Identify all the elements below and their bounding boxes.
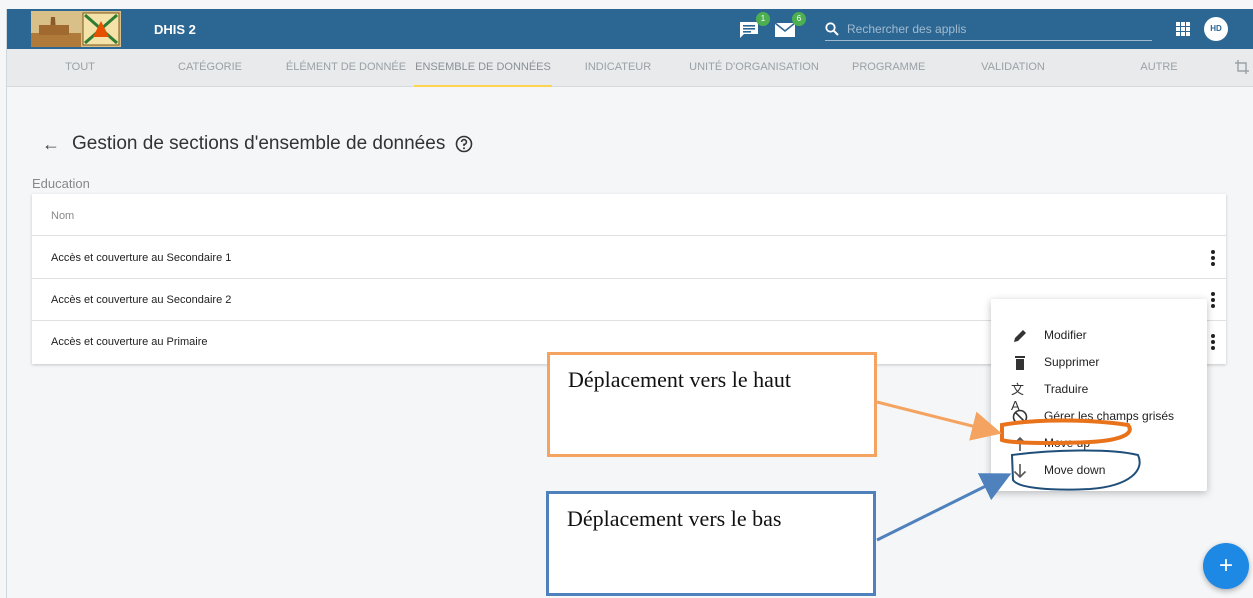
more-vert-icon[interactable]	[1209, 333, 1217, 351]
menu-item-label: Move up	[1044, 436, 1091, 450]
menu-item-label: Modifier	[1044, 328, 1087, 342]
menu-item-gerer-champs-grises[interactable]: Gérer les champs grisés	[991, 404, 1207, 430]
more-vert-icon[interactable]	[1209, 291, 1217, 309]
menu-item-move-down[interactable]: Move down	[991, 458, 1207, 484]
crop-icon[interactable]	[1234, 59, 1250, 75]
app-search	[825, 17, 1152, 41]
annotation-move-down: Déplacement vers le bas	[546, 491, 876, 596]
app-title: DHIS 2	[154, 22, 196, 37]
tab-ensemble-de-donnees[interactable]: ENSEMBLE DE DONNÉES	[414, 49, 552, 87]
search-input[interactable]	[847, 21, 1137, 36]
menu-item-move-up[interactable]: Move up	[991, 431, 1207, 457]
more-vert-icon[interactable]	[1209, 249, 1217, 267]
country-logo[interactable]	[31, 11, 121, 47]
menu-item-supprimer[interactable]: Supprimer	[991, 350, 1207, 376]
arrow-up-icon	[1013, 436, 1027, 451]
menu-item-label: Move down	[1044, 463, 1106, 477]
interpretations-badge: 1	[756, 12, 770, 26]
trash-icon	[1015, 356, 1025, 370]
row-name: Accès et couverture au Primaire	[51, 336, 208, 348]
apps-grid-icon[interactable]	[1175, 21, 1191, 37]
tab-validation[interactable]: VALIDATION	[975, 49, 1051, 87]
menu-item-label: Gérer les champs grisés	[1044, 409, 1175, 423]
menu-item-label: Supprimer	[1044, 355, 1100, 369]
interpretations-button[interactable]: 1	[738, 12, 770, 41]
annotation-move-up: Déplacement vers le haut	[547, 352, 877, 457]
tab-programme[interactable]: PROGRAMME	[852, 49, 925, 87]
row-name: Accès et couverture au Secondaire 2	[51, 294, 232, 306]
translate-icon: 文A	[1011, 382, 1025, 413]
tab-categorie[interactable]: CATÉGORIE	[174, 49, 246, 87]
page-title: Gestion de sections d'ensemble de donnée…	[72, 133, 446, 154]
dataset-name-label: Education	[32, 176, 90, 191]
tab-element-de-donnee[interactable]: ÉLÉMENT DE DONNÉE	[285, 49, 407, 87]
column-header-nom[interactable]: Nom	[51, 210, 74, 222]
messages-button[interactable]: 6	[774, 12, 806, 41]
tab-tout[interactable]: TOUT	[60, 49, 100, 87]
table-row[interactable]: Accès et couverture au Secondaire 1	[32, 237, 1226, 279]
user-avatar[interactable]: HD	[1204, 17, 1228, 41]
row-name: Accès et couverture au Secondaire 1	[51, 252, 232, 264]
tab-indicateur[interactable]: INDICATEUR	[582, 49, 654, 87]
table-header-row: Nom	[32, 194, 1226, 236]
back-arrow-icon[interactable]: ←	[42, 134, 60, 155]
header-bar: DHIS 2 1 6 Rechercher des applis HD	[7, 9, 1253, 49]
arrow-down-icon	[1013, 464, 1027, 479]
section-tabs: TOUT CATÉGORIE ÉLÉMENT DE DONNÉE ENSEMBL…	[7, 49, 1253, 87]
add-section-button[interactable]: +	[1203, 543, 1249, 589]
help-icon[interactable]	[455, 135, 473, 153]
block-icon	[1012, 409, 1028, 425]
messages-badge: 6	[792, 12, 806, 26]
page-heading: ← Gestion de sections d'ensemble de donn…	[42, 133, 473, 155]
pencil-icon	[1014, 330, 1026, 342]
row-context-menu: Modifier Supprimer 文A Traduire Gérer les…	[991, 299, 1207, 491]
tab-autre[interactable]: AUTRE	[1139, 49, 1179, 87]
menu-item-label: Traduire	[1044, 382, 1089, 396]
menu-item-traduire[interactable]: 文A Traduire	[991, 377, 1207, 413]
tab-unite-organisation[interactable]: UNITÉ D'ORGANISATION	[688, 49, 820, 87]
search-icon	[825, 21, 839, 36]
menu-item-modifier[interactable]: Modifier	[991, 323, 1207, 349]
